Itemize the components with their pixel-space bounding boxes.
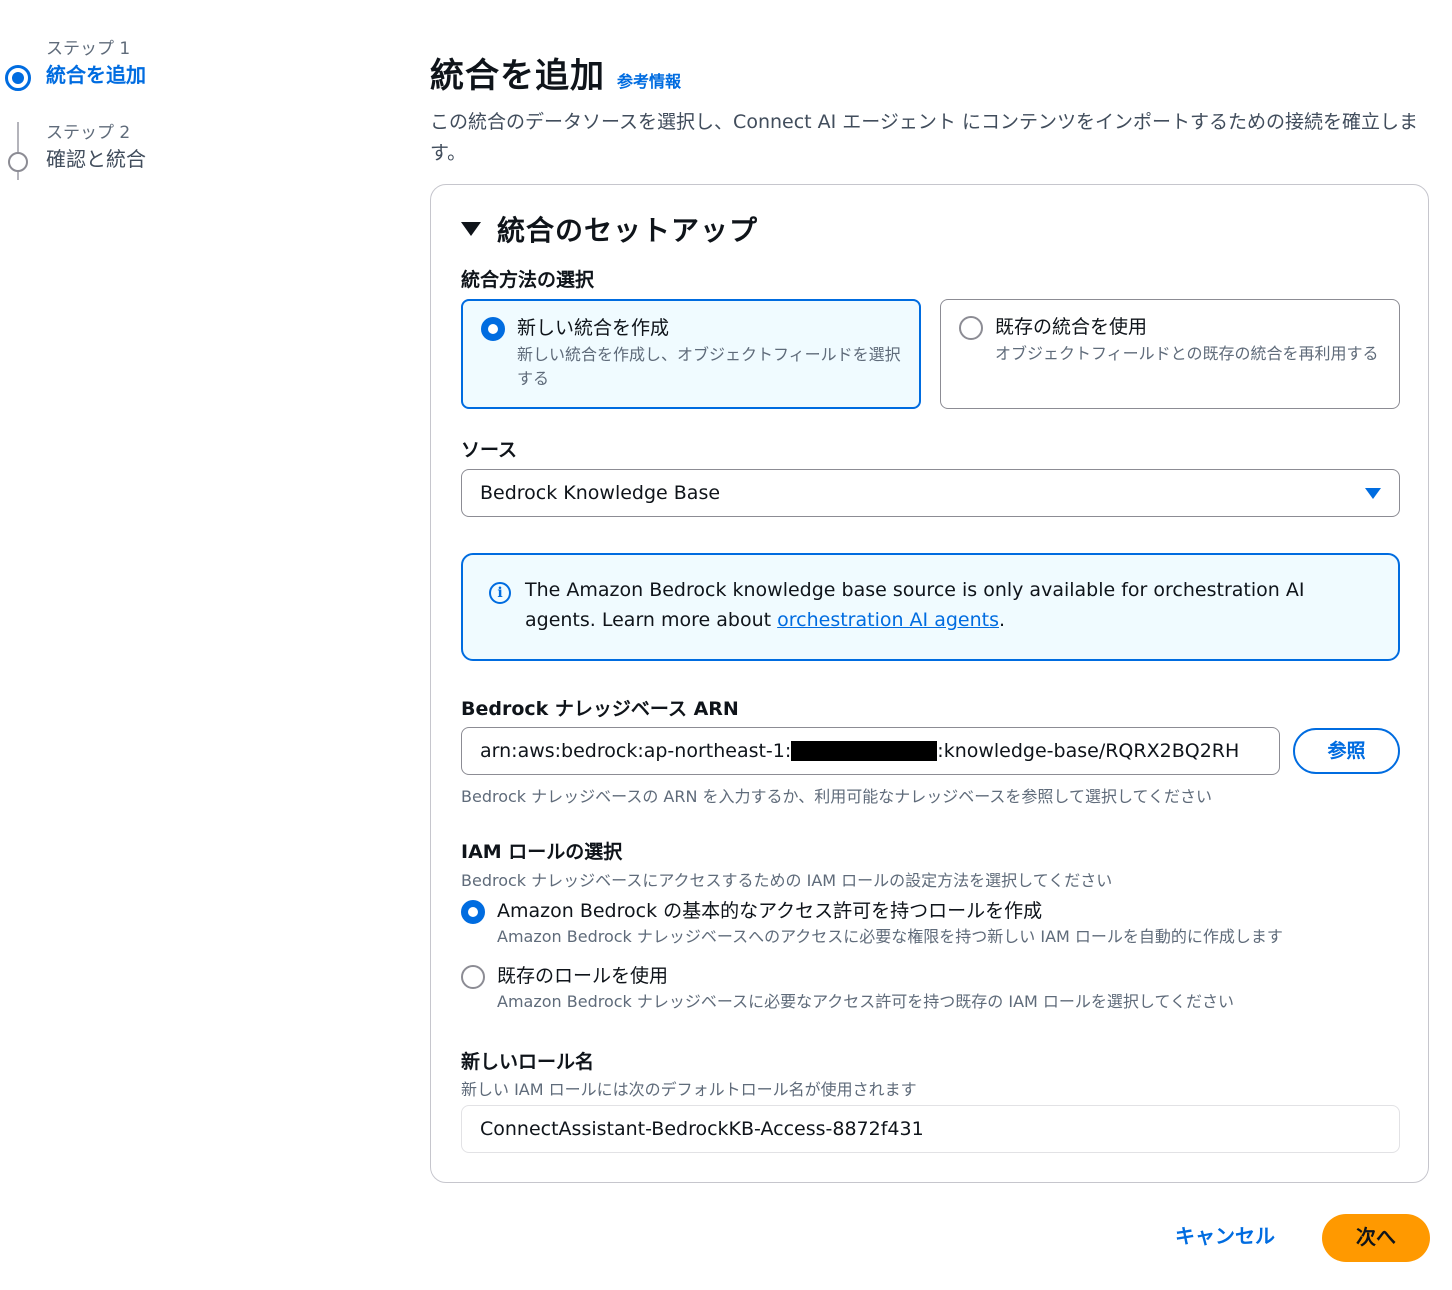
tile-title: 既存の統合を使用 <box>995 316 1148 338</box>
caret-down-icon <box>461 222 481 236</box>
source-select[interactable]: Bedrock Knowledge Base <box>461 469 1400 517</box>
integration-setup-container: 統合のセットアップ 統合方法の選択 新しい統合を作成 新しい統合を作成し、オブジ… <box>430 184 1429 1183</box>
role-name-hint: 新しい IAM ロールには次のデフォルトロール名が使用されます <box>461 1080 917 1099</box>
step-2-number: ステップ 2 <box>46 123 131 143</box>
arn-hint: Bedrock ナレッジベースの ARN を入力するか、利用可能なナレッジベース… <box>461 787 1212 806</box>
role-name-label: 新しいロール名 <box>461 1051 595 1073</box>
browse-button[interactable]: 参照 <box>1293 728 1400 774</box>
section-title: 統合のセットアップ <box>497 214 759 247</box>
page-header: 統合を追加 参考情報 この統合のデータソースを選択し、Connect AI エー… <box>430 48 1430 169</box>
iam-hint: Bedrock ナレッジベースにアクセスするための IAM ロールの設定方法を選… <box>461 871 1113 890</box>
caret-down-icon <box>1365 487 1381 499</box>
radio-unselected-icon[interactable] <box>959 316 983 340</box>
radio-unselected-icon[interactable] <box>461 965 485 989</box>
redacted-account-id <box>791 741 938 761</box>
step-1-active-icon <box>5 65 31 91</box>
iam-option-title: Amazon Bedrock の基本的なアクセス許可を持つロールを作成 <box>497 900 1043 922</box>
section-toggle[interactable]: 統合のセットアップ <box>461 209 758 249</box>
step-1: ステップ 1 統合を追加 <box>0 30 300 114</box>
step-1-number: ステップ 1 <box>46 39 131 59</box>
orchestration-agents-link[interactable]: orchestration AI agents <box>777 609 999 631</box>
step-2-inactive-icon <box>8 152 28 172</box>
tile-title: 新しい統合を作成 <box>517 317 670 339</box>
step-2-title: 確認と統合 <box>46 147 146 171</box>
page-title: 統合を追加 <box>430 56 605 96</box>
wizard-steps: ステップ 1 統合を追加 ステップ 2 確認と統合 <box>0 30 300 198</box>
role-name-value: ConnectAssistant-BedrockKB-Access-8872f4… <box>480 1118 924 1140</box>
radio-selected-icon[interactable] <box>481 317 505 341</box>
iam-option-description: Amazon Bedrock ナレッジベースに必要なアクセス許可を持つ既存の I… <box>497 992 1234 1011</box>
iam-label: IAM ロールの選択 <box>461 841 623 863</box>
method-label: 統合方法の選択 <box>461 269 595 291</box>
tile-description: 新しい統合を作成し、オブジェクトフィールドを選択する <box>517 345 901 388</box>
tile-use-existing-integration[interactable]: 既存の統合を使用 オブジェクトフィールドとの既存の統合を再利用する <box>940 299 1400 409</box>
arn-label: Bedrock ナレッジベース ARN <box>461 698 739 720</box>
iam-option-description: Amazon Bedrock ナレッジベースへのアクセスに必要な権限を持つ新しい… <box>497 927 1283 946</box>
cancel-button[interactable]: キャンセル <box>1160 1214 1290 1260</box>
step-1-title[interactable]: 統合を追加 <box>46 60 300 90</box>
tile-description: オブジェクトフィールドとの既存の統合を再利用する <box>995 344 1379 363</box>
next-button[interactable]: 次へ <box>1322 1214 1430 1262</box>
source-selected-value: Bedrock Knowledge Base <box>480 482 721 504</box>
source-label: ソース <box>461 439 518 461</box>
role-name-field: ConnectAssistant-BedrockKB-Access-8872f4… <box>461 1105 1400 1153</box>
info-icon: i <box>489 582 511 604</box>
radio-selected-icon[interactable] <box>461 900 485 924</box>
iam-option-title: 既存のロールを使用 <box>497 965 669 987</box>
arn-suffix: :knowledge-base/RQRX2BQ2RH <box>937 740 1240 762</box>
info-link[interactable]: 参考情報 <box>617 68 681 92</box>
page-description: この統合のデータソースを選択し、Connect AI エージェント にコンテンツ… <box>430 111 1418 164</box>
info-alert: i The Amazon Bedrock knowledge base sour… <box>461 553 1400 661</box>
arn-prefix: arn:aws:bedrock:ap-northeast-1: <box>480 740 792 762</box>
step-2: ステップ 2 確認と統合 <box>0 114 300 198</box>
tile-create-new-integration[interactable]: 新しい統合を作成 新しい統合を作成し、オブジェクトフィールドを選択する <box>461 299 921 409</box>
alert-text-end: . <box>998 609 1006 631</box>
arn-input[interactable]: arn:aws:bedrock:ap-northeast-1: :knowledg… <box>461 727 1280 775</box>
